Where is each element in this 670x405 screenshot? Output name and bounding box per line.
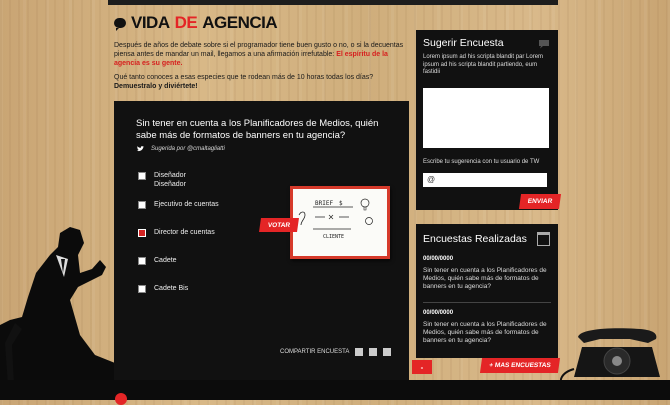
completed-title: Encuestas Realizadas bbox=[423, 233, 527, 245]
option-label: Diseñador Diseñador bbox=[154, 172, 186, 188]
man-silhouette bbox=[0, 227, 130, 385]
previous-button[interactable]: - bbox=[412, 360, 432, 374]
twitter-user-input[interactable]: @ bbox=[423, 173, 547, 187]
poll-panel: Sin tener en cuenta a los Planificadores… bbox=[114, 101, 409, 380]
calendar-icon bbox=[537, 232, 550, 246]
option-cadete-bis[interactable]: Cadete Bis bbox=[138, 284, 258, 293]
option-checkbox[interactable] bbox=[138, 172, 146, 180]
option-label: Cadete bbox=[154, 257, 177, 264]
whiteboard-illustration: BRIEF $ CLIENTE bbox=[290, 186, 390, 259]
linkedin-icon[interactable] bbox=[383, 348, 392, 356]
logo-part-agencia: AGENCIA bbox=[202, 13, 278, 32]
comment-icon bbox=[539, 40, 549, 49]
facebook-icon[interactable] bbox=[355, 348, 364, 356]
logo-part-vida: VIDA bbox=[131, 13, 170, 32]
intro-question: Qué tanto conoces a esas especies que te… bbox=[114, 74, 374, 81]
suggestion-textarea[interactable] bbox=[423, 88, 549, 148]
site-logo[interactable]: VIDA DE AGENCIA bbox=[114, 12, 278, 34]
completed-poll-item[interactable]: 00/00/0000 Sin tener en cuenta a los Pla… bbox=[423, 256, 551, 291]
whiteboard-dollar: $ bbox=[339, 200, 343, 207]
suggested-by-label: Sugerida por @cmaltagliatti bbox=[151, 146, 225, 152]
option-ejecutivo[interactable]: Ejecutivo de cuentas bbox=[138, 200, 258, 209]
footer-bar bbox=[0, 380, 670, 400]
share-label: COMPARTIR ENCUESTA bbox=[280, 349, 350, 355]
poll-date: 00/00/0000 bbox=[423, 256, 454, 262]
whiteboard-cliente: CLIENTE bbox=[323, 234, 344, 240]
option-label: Director de cuentas bbox=[154, 229, 215, 236]
logo-part-de: DE bbox=[174, 13, 198, 32]
divider bbox=[423, 302, 551, 303]
speech-bubble-icon bbox=[114, 18, 126, 31]
option-checkbox[interactable] bbox=[138, 201, 146, 209]
poll-question: Sin tener en cuenta a los Planificadores… bbox=[136, 118, 379, 141]
intro-question-block: Qué tanto conoces a esas especies que te… bbox=[114, 73, 404, 91]
suggested-by[interactable]: Sugerida por @cmaltagliatti bbox=[136, 146, 225, 152]
footer-logo-icon[interactable] bbox=[115, 393, 127, 405]
poll-text: Sin tener en cuenta a los Planificadores… bbox=[423, 267, 547, 290]
option-checkbox-selected[interactable] bbox=[138, 229, 146, 237]
completed-polls-panel: Encuestas Realizadas 00/00/0000 Sin tene… bbox=[416, 224, 558, 358]
send-button[interactable]: ENVIAR bbox=[518, 194, 562, 209]
top-bar bbox=[108, 0, 558, 5]
option-checkbox[interactable] bbox=[138, 285, 146, 293]
more-polls-button[interactable]: + MAS ENCUESTAS bbox=[479, 358, 561, 373]
vote-button[interactable]: VOTAR bbox=[259, 218, 299, 232]
twitter-user-label: Escribe tu sugerencia con tu usuario de … bbox=[423, 159, 540, 165]
option-director[interactable]: Director de cuentas bbox=[138, 228, 258, 237]
suggest-panel: Sugerir Encuesta Lorem ipsum ad his scri… bbox=[416, 30, 558, 210]
option-label: Ejecutivo de cuentas bbox=[154, 201, 219, 208]
intro-text: Después de años de debate sobre si el pr… bbox=[114, 41, 404, 68]
twitter-icon[interactable] bbox=[369, 348, 378, 356]
poll-text: Sin tener en cuenta a los Planificadores… bbox=[423, 321, 547, 344]
share-bar: COMPARTIR ENCUESTA bbox=[280, 348, 392, 356]
telephone-illustration bbox=[560, 328, 660, 385]
option-cadete[interactable]: Cadete bbox=[138, 256, 258, 265]
option-checkbox[interactable] bbox=[138, 257, 146, 265]
twitter-bird-icon bbox=[136, 146, 145, 152]
intro-cta: Demuestralo y diviértete! bbox=[114, 83, 198, 90]
option-label: Cadete Bis bbox=[154, 285, 189, 292]
suggest-title: Sugerir Encuesta bbox=[423, 37, 504, 49]
poll-date: 00/00/0000 bbox=[423, 310, 454, 316]
whiteboard-brief: BRIEF bbox=[315, 200, 333, 207]
option-disenador[interactable]: Diseñador Diseñador bbox=[138, 171, 258, 189]
suggest-description: Lorem ipsum ad his scripta blandit par L… bbox=[423, 54, 544, 75]
completed-poll-item[interactable]: 00/00/0000 Sin tener en cuenta a los Pla… bbox=[423, 310, 551, 345]
